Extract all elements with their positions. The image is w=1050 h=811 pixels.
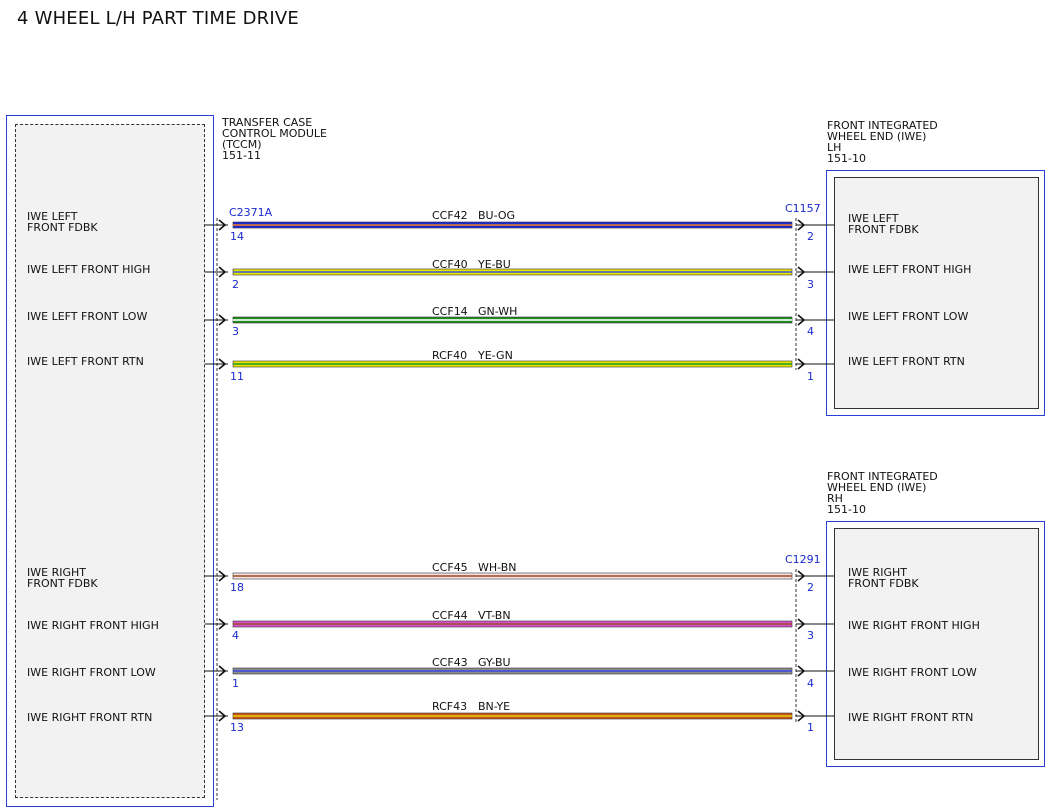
wiring-layer — [205, 218, 834, 800]
wire-stripe — [233, 575, 792, 577]
wire-stripe — [233, 670, 792, 672]
wire-stripe — [233, 319, 792, 321]
wire-stripe — [233, 623, 792, 625]
wire-stripe — [233, 271, 792, 273]
wire-stripe — [233, 224, 792, 226]
wire-stripe — [233, 363, 792, 365]
wire-stripe — [233, 715, 792, 717]
